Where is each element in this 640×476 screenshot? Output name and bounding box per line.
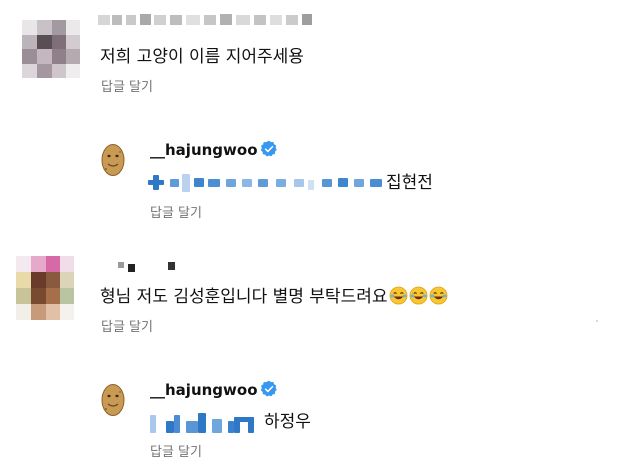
reply-username-2[interactable]: __hajungwoo: [150, 381, 258, 399]
comment-text-2-body: 형님 저도 김성훈입니다 별명 부탁드려요: [100, 287, 388, 307]
reply-username-1[interactable]: __hajungwoo: [150, 141, 258, 159]
reply-button-2[interactable]: 답글 달기: [150, 206, 202, 222]
mention-pixelated-1[interactable]: [148, 172, 386, 194]
username-pixelated-1[interactable]: [98, 13, 318, 27]
laughing-tears-emoji-icon: [429, 286, 447, 305]
reply-text-suffix-1: 집현전: [386, 173, 433, 193]
laughing-tears-emoji-icon: [389, 286, 407, 305]
reply-button-4[interactable]: 답글 달기: [150, 445, 202, 461]
reply-text-suffix-2: 하정우: [264, 412, 311, 432]
potato-avatar-icon[interactable]: [100, 143, 126, 177]
comment-text-2: 형님 저도 김성훈입니다 별명 부탁드려요: [100, 286, 448, 308]
comment-text-1: 저희 고양이 이름 지어주세용: [100, 47, 304, 67]
mention-pixelated-2[interactable]: [150, 411, 260, 435]
verified-badge-icon: [260, 140, 277, 157]
dot-divider: [596, 320, 598, 322]
reply-button-1[interactable]: 답글 달기: [101, 80, 153, 96]
avatar-pixelated-2[interactable]: [16, 256, 74, 320]
reply-button-3[interactable]: 답글 달기: [101, 320, 153, 336]
avatar-pixelated-1[interactable]: [22, 20, 80, 78]
laughing-tears-emoji-icon: [409, 286, 427, 305]
username-pixelated-2[interactable]: [118, 258, 188, 274]
verified-badge-icon: [260, 380, 277, 397]
potato-avatar-icon[interactable]: [100, 383, 126, 417]
